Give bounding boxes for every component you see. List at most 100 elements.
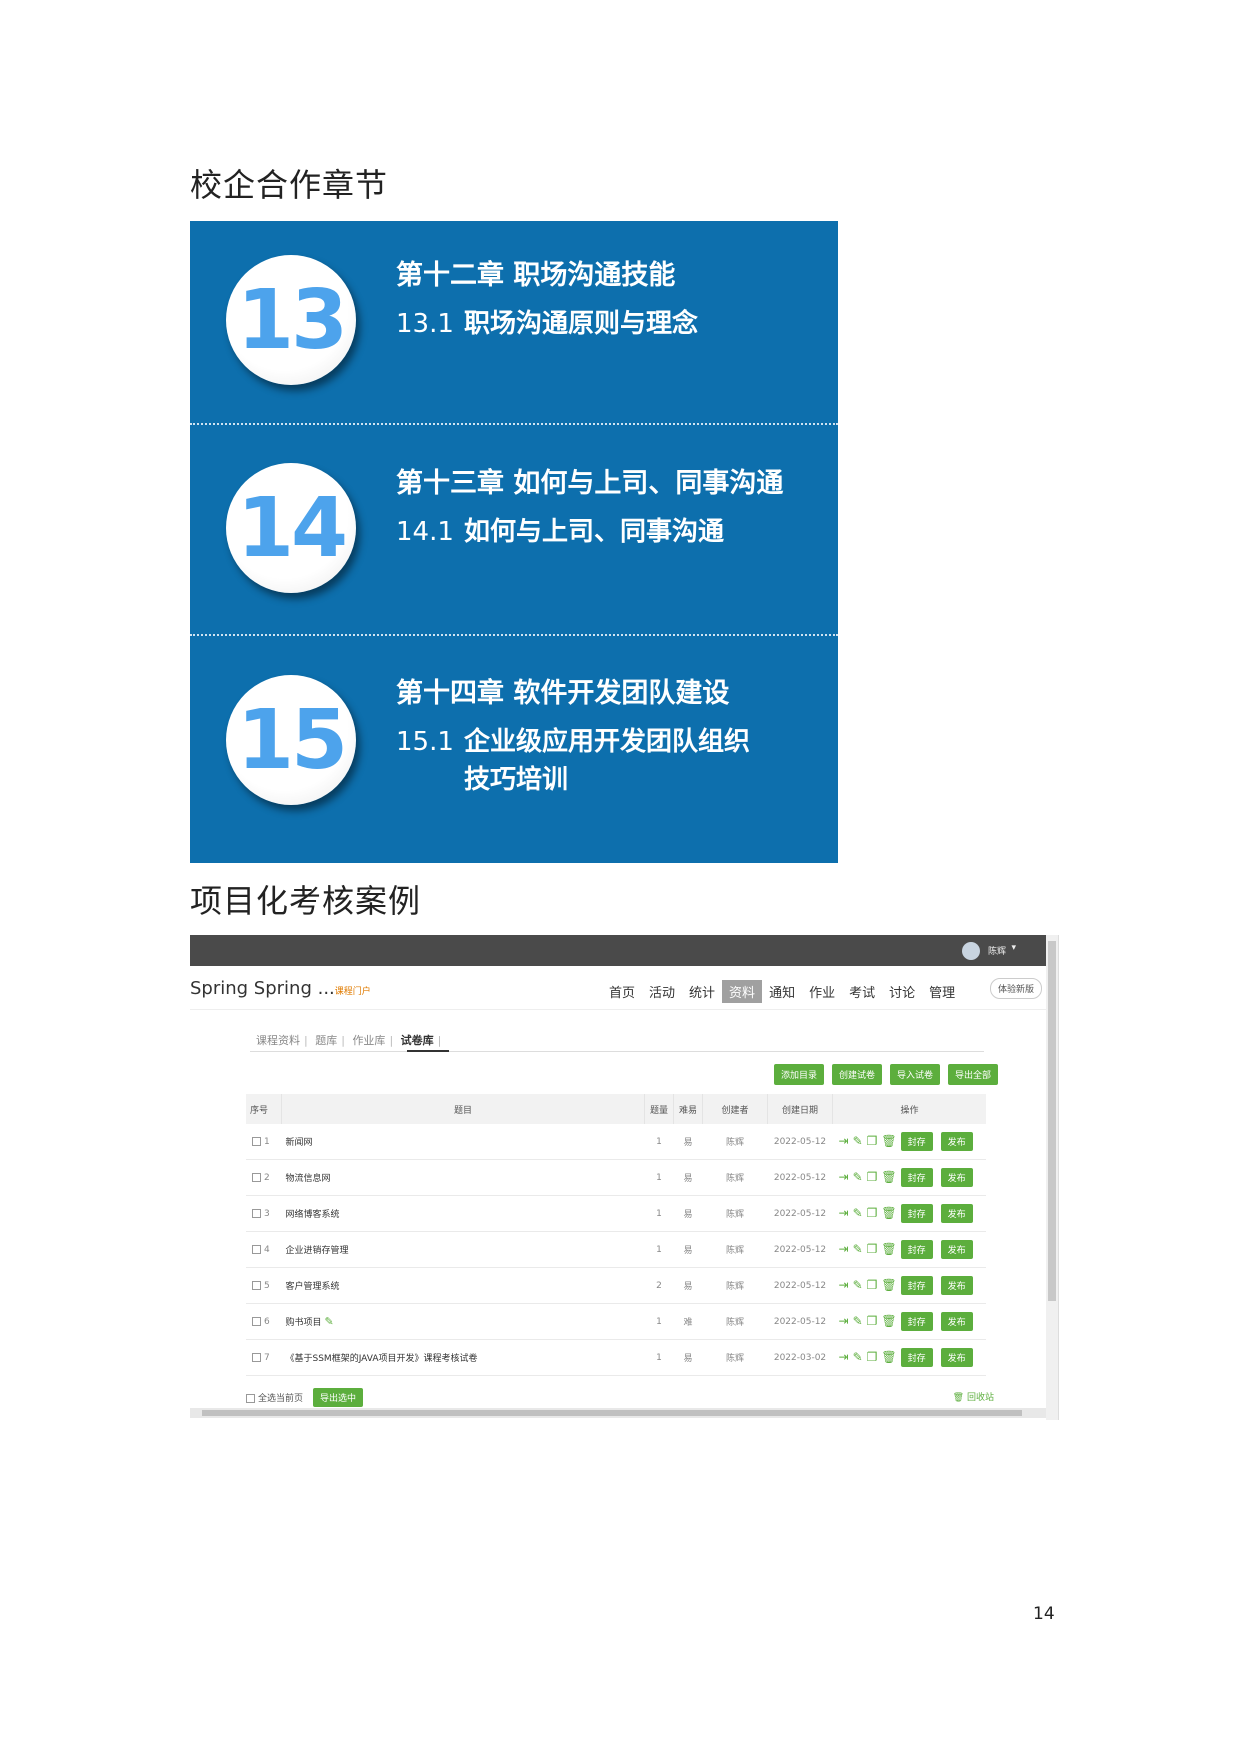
nav-notice[interactable]: 通知 — [762, 980, 802, 1003]
move-icon[interactable]: ⇥ — [839, 1170, 849, 1184]
subsection-number: 14.1 — [396, 517, 454, 547]
publish-button[interactable]: 发布 — [940, 1348, 973, 1367]
archive-button[interactable]: 封存 — [900, 1312, 933, 1331]
edit-icon[interactable]: ✎ — [853, 1170, 863, 1184]
copy-icon[interactable]: ❐ — [867, 1314, 878, 1328]
scrollbar-thumb[interactable] — [202, 1410, 1022, 1416]
archive-button[interactable]: 封存 — [900, 1276, 933, 1295]
nav-home[interactable]: 首页 — [602, 980, 642, 1003]
paper-level: 易 — [673, 1195, 703, 1232]
edit-icon[interactable]: ✎ — [853, 1134, 863, 1148]
row-checkbox[interactable] — [252, 1352, 261, 1362]
row-checkbox[interactable] — [252, 1280, 261, 1290]
move-icon[interactable]: ⇥ — [839, 1278, 849, 1292]
user-name[interactable]: 陈辉 — [988, 944, 1006, 957]
publish-button[interactable]: 发布 — [940, 1168, 973, 1187]
tab-paper-bank[interactable]: 试卷库 — [401, 1034, 434, 1047]
paper-date: 2022-05-12 — [767, 1267, 833, 1304]
edit-icon[interactable]: ✎ — [853, 1314, 863, 1328]
chapter-block-14: 14 第十三章 如何与上司、同事沟通 14.1 如何与上司、同事沟通 — [190, 431, 838, 641]
publish-button[interactable]: 发布 — [940, 1132, 973, 1151]
archive-button[interactable]: 封存 — [900, 1204, 933, 1223]
move-icon[interactable]: ⇥ — [839, 1134, 849, 1148]
select-page-checkbox[interactable]: 全选当前页 — [246, 1391, 303, 1404]
tab-homework-bank[interactable]: 作业库 — [352, 1034, 385, 1047]
paper-title[interactable]: 购书项目 — [286, 1318, 322, 1328]
edit-icon[interactable]: ✎ — [853, 1206, 863, 1220]
col-index: 序号 — [246, 1094, 282, 1124]
row-checkbox[interactable] — [252, 1244, 261, 1254]
add-directory-button[interactable]: 添加目录 — [773, 1064, 824, 1085]
archive-button[interactable]: 封存 — [900, 1132, 933, 1151]
paper-title[interactable]: 物流信息网 — [286, 1174, 331, 1184]
paper-title[interactable]: 网络博客系统 — [286, 1210, 340, 1220]
avatar[interactable] — [962, 942, 980, 960]
edit-icon[interactable]: ✎ — [325, 1315, 334, 1328]
course-name: Spring Spring ... — [190, 978, 335, 999]
move-icon[interactable]: ⇥ — [839, 1350, 849, 1364]
paper-title[interactable]: 企业进销存管理 — [286, 1246, 349, 1256]
delete-icon[interactable]: 🗑 — [881, 1206, 896, 1220]
nav-stats[interactable]: 统计 — [682, 980, 722, 1003]
copy-icon[interactable]: ❐ — [867, 1242, 878, 1256]
nav-exam[interactable]: 考试 — [842, 980, 882, 1003]
publish-button[interactable]: 发布 — [940, 1276, 973, 1295]
nav-homework[interactable]: 作业 — [802, 980, 842, 1003]
row-checkbox[interactable] — [252, 1316, 261, 1326]
paper-level: 易 — [673, 1159, 703, 1196]
publish-button[interactable]: 发布 — [940, 1204, 973, 1223]
nav-activity[interactable]: 活动 — [642, 980, 682, 1003]
chapter-number-badge: 15 — [226, 675, 356, 805]
nav-manage[interactable]: 管理 — [922, 980, 962, 1003]
delete-icon[interactable]: 🗑 — [881, 1134, 896, 1148]
copy-icon[interactable]: ❐ — [867, 1134, 878, 1148]
paper-title[interactable]: 客户管理系统 — [286, 1282, 340, 1292]
row-checkbox[interactable] — [252, 1136, 261, 1146]
course-brand[interactable]: Spring Spring ...课程门户 — [190, 978, 371, 999]
recycle-bin-link[interactable]: 🗑 回收站 — [953, 1390, 994, 1403]
archive-button[interactable]: 封存 — [900, 1168, 933, 1187]
copy-icon[interactable]: ❐ — [867, 1206, 878, 1220]
tab-question-bank[interactable]: 题库 — [315, 1034, 337, 1047]
scrollbar-thumb[interactable] — [1048, 941, 1056, 1301]
move-icon[interactable]: ⇥ — [839, 1314, 849, 1328]
export-selected-button[interactable]: 导出选中 — [313, 1388, 364, 1407]
col-count: 题量 — [644, 1094, 674, 1124]
copy-icon[interactable]: ❐ — [867, 1278, 878, 1292]
delete-icon[interactable]: 🗑 — [881, 1170, 896, 1184]
export-all-button[interactable]: 导出全部 — [947, 1064, 998, 1085]
row-checkbox[interactable] — [252, 1208, 261, 1218]
vertical-scrollbar[interactable] — [1046, 935, 1058, 1420]
delete-icon[interactable]: 🗑 — [881, 1242, 896, 1256]
new-version-button[interactable]: 体验新版 — [989, 978, 1042, 999]
delete-icon[interactable]: 🗑 — [881, 1350, 896, 1364]
publish-button[interactable]: 发布 — [940, 1240, 973, 1259]
nav-materials[interactable]: 资料 — [722, 980, 763, 1003]
dotted-divider — [190, 634, 838, 636]
delete-icon[interactable]: 🗑 — [881, 1314, 896, 1328]
edit-icon[interactable]: ✎ — [853, 1278, 863, 1292]
edit-icon[interactable]: ✎ — [853, 1242, 863, 1256]
publish-button[interactable]: 发布 — [940, 1312, 973, 1331]
course-portal-screenshot: 陈辉 ▾ Spring Spring ...课程门户 首页 活动 统计 资料 通… — [190, 935, 1059, 1420]
chapter-subsection: 14.1 如何与上司、同事沟通 — [396, 511, 724, 548]
delete-icon[interactable]: 🗑 — [881, 1278, 896, 1292]
row-checkbox[interactable] — [252, 1172, 261, 1182]
paper-title[interactable]: 新闻网 — [286, 1138, 313, 1148]
nav-discussion[interactable]: 讨论 — [882, 980, 922, 1003]
toolbar: 添加目录 创建试卷 导入试卷 导出全部 — [773, 1064, 998, 1085]
move-icon[interactable]: ⇥ — [839, 1242, 849, 1256]
create-paper-button[interactable]: 创建试卷 — [831, 1064, 882, 1085]
paper-title[interactable]: 《基于SSM框架的JAVA项目开发》课程考核试卷 — [286, 1354, 478, 1364]
portal-tag[interactable]: 课程门户 — [335, 987, 371, 997]
copy-icon[interactable]: ❐ — [867, 1170, 878, 1184]
archive-button[interactable]: 封存 — [900, 1240, 933, 1259]
tab-course-materials[interactable]: 课程资料 — [256, 1034, 300, 1047]
edit-icon[interactable]: ✎ — [853, 1350, 863, 1364]
horizontal-scrollbar[interactable] — [190, 1408, 1046, 1418]
archive-button[interactable]: 封存 — [900, 1348, 933, 1367]
copy-icon[interactable]: ❐ — [867, 1350, 878, 1364]
move-icon[interactable]: ⇥ — [839, 1206, 849, 1220]
chevron-down-icon[interactable]: ▾ — [1011, 943, 1016, 953]
import-paper-button[interactable]: 导入试卷 — [889, 1064, 940, 1085]
